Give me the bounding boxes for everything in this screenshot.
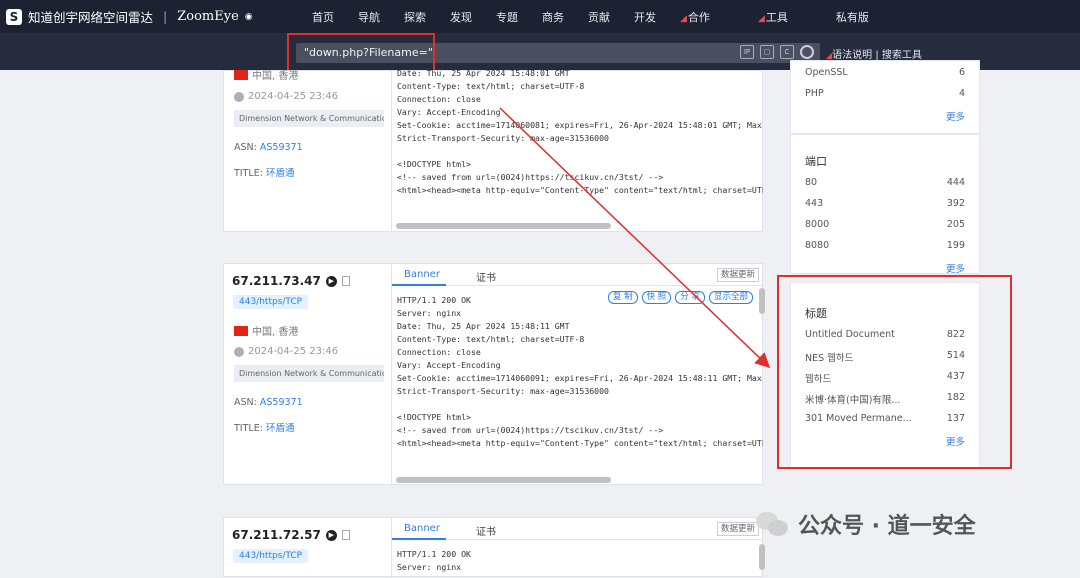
annotation-arrow	[499, 107, 771, 369]
wechat-icon	[756, 510, 790, 538]
watermark: 公众号 · 道一安全	[756, 508, 976, 540]
watermark-text: 公众号 · 道一安全	[798, 514, 976, 539]
